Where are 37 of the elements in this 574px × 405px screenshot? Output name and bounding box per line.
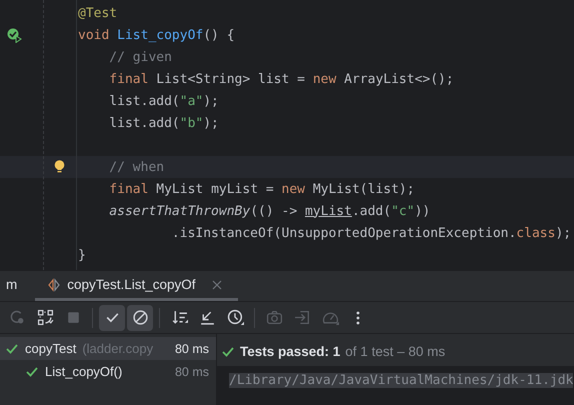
test-tree-row[interactable]: copyTest (ladder.copy 80 ms [0,337,216,360]
run-passed-icon[interactable] [7,28,22,42]
close-icon[interactable] [212,280,222,290]
code-line: assertThatThrownBy(() -> myList.add("c")) [108,204,430,218]
test-summary-detail: of 1 test – 80 ms [345,344,446,359]
code-line: list.add("b"); [108,116,219,130]
more-icon [356,310,360,324]
test-name: List_copyOf() [45,364,122,379]
toggle-button[interactable] [127,304,153,330]
collapse-arrow-icon [198,309,216,326]
test-package: (ladder.copy [82,341,154,356]
code-line: void List_copyOf() { [78,28,235,42]
code-line: .isInstanceOf(UnsupportedOperationException.class); [170,226,572,240]
toggle-button[interactable] [99,304,125,330]
code-comment: // when [108,160,164,174]
code-line: final List<String> list = new ArrayList<>(); [108,72,454,86]
code-line: } [78,248,86,262]
code-line: @Test [78,6,118,20]
prohibited-icon [132,309,148,326]
code-line: final MyList myList = new MyList(list); [108,182,415,196]
code-line: list.add("a"); [108,94,219,108]
test-duration: 80 ms [174,364,209,378]
code-comment: // given [108,50,172,64]
import-icon [294,309,310,326]
rerun-arrows-icon [36,309,54,326]
tests-passed-label: Tests passed: 1 [240,344,340,359]
test-class-icon [47,278,62,292]
camera-icon [266,309,282,326]
rerun-icon [8,309,26,326]
test-name: copyTest [25,341,76,356]
run-tab[interactable]: copyTest.List_copyOf [35,271,238,301]
run-tab[interactable]: m [0,271,28,301]
clock-icon [226,309,244,326]
test-duration: 80 ms [174,342,209,356]
sort-icon [170,309,188,326]
lightbulb-icon[interactable] [54,160,65,174]
test-tree-row[interactable]: List_copyOf() 80 ms [0,360,216,383]
